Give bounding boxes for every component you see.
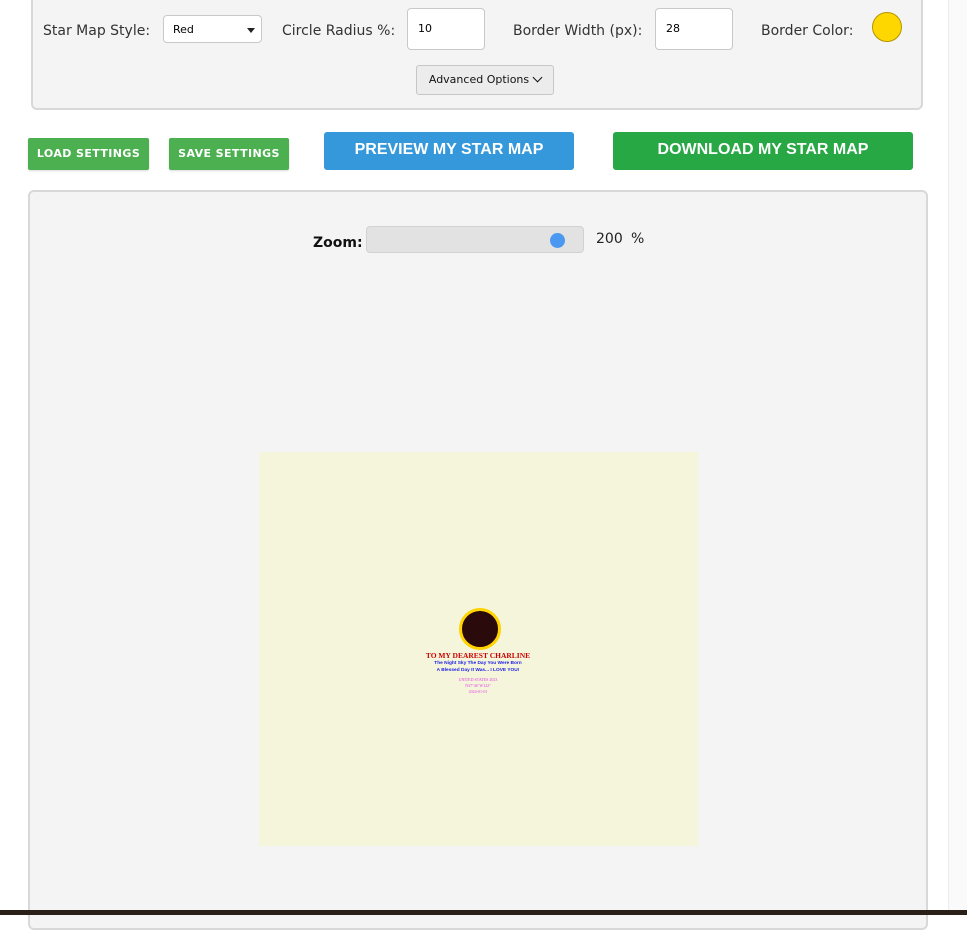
zoom-unit: % [631,231,645,247]
star-map-style-value: Red [173,23,194,36]
dropdown-caret-icon [247,28,255,33]
star-map-date: 2024-01-01 [468,689,488,694]
zoom-value: 200 [596,231,623,247]
preview-star-map-button[interactable]: PREVIEW MY STAR MAP [324,132,574,170]
star-map-subtitle-line: The Night Sky The Day You Were Born [434,661,522,666]
zoom-label: Zoom: [313,235,363,251]
star-map-subtitle-line: A Blessed Day It Was... I LOVE YOU! [436,668,520,673]
border-color-picker[interactable] [872,12,902,42]
save-settings-button[interactable]: SAVE SETTINGS [169,138,289,170]
load-settings-button[interactable]: LOAD SETTINGS [28,138,149,170]
star-map-location: UNITED STATES 2023 [458,677,498,682]
page-scroll-edge [948,0,967,910]
border-color-label: Border Color: [761,23,854,39]
border-width-label: Border Width (px): [513,23,643,39]
star-map-circle [459,608,501,650]
border-width-input[interactable]: 28 [655,8,733,50]
chevron-down-icon [532,72,543,83]
taskbar-strip [0,910,967,915]
circle-radius-input[interactable]: 10 [407,8,485,50]
circle-radius-label: Circle Radius %: [282,23,396,39]
advanced-options-button[interactable]: Advanced Options [416,65,554,95]
star-map-style-label: Star Map Style: [43,23,151,39]
star-map-coordinates: N37°46' W122° [465,683,491,688]
star-map-style-select[interactable]: Red [163,15,262,43]
star-map-title: TO MY DEAREST CHARLINE [425,651,531,660]
advanced-options-label: Advanced Options [428,73,530,86]
download-star-map-button[interactable]: DOWNLOAD MY STAR MAP [613,132,913,170]
